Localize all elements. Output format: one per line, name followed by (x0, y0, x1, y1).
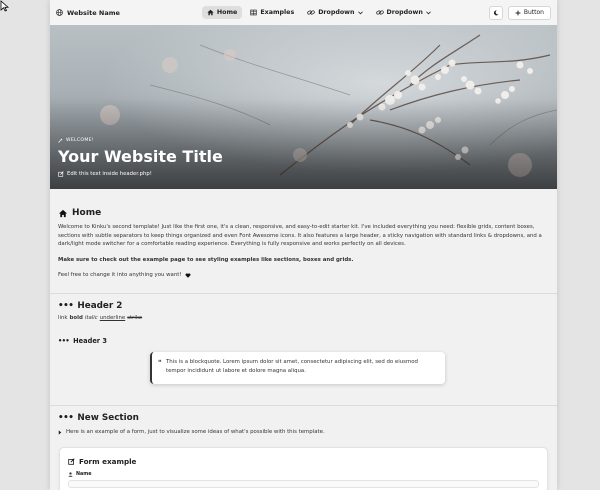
home-section: Home Welcome to Kinku's second template!… (58, 208, 550, 280)
ellipsis-icon: ••• (58, 337, 70, 345)
ellipsis-icon: ••• (58, 301, 74, 311)
header-button-label: Button (523, 9, 544, 16)
brand[interactable]: Website Name (56, 9, 120, 17)
form-title: Form example (68, 457, 539, 466)
hero-subtitle: Edit this text inside header.php! (58, 171, 223, 177)
edit-icon (68, 458, 75, 465)
bold-note-text: Make sure to check out the example page … (58, 256, 354, 263)
brand-name: Website Name (67, 8, 120, 17)
heart-icon (185, 273, 190, 278)
link-icon (307, 10, 315, 15)
name-input[interactable] (68, 480, 539, 488)
nav-link-examples[interactable]: Examples (245, 6, 299, 19)
example-italic: italic (84, 315, 98, 321)
bold-note: Make sure to check out the example page … (58, 256, 550, 265)
globe-icon (56, 9, 63, 16)
example-bold: bold (69, 315, 83, 321)
header-button[interactable]: Button (507, 5, 551, 20)
nav-link-home[interactable]: Home (201, 6, 243, 19)
magic-wand-icon (58, 138, 63, 143)
nav-link-label: Dropdown (386, 9, 423, 16)
home-icon (207, 9, 214, 16)
top-navigation: Website Name Home Examples Dropdown Drop… (50, 0, 557, 25)
section-separator (50, 405, 557, 406)
chevron-down-icon (425, 10, 431, 14)
chevron-down-icon (357, 10, 363, 14)
user-icon (68, 472, 73, 477)
new-section-heading: ••• New Section (58, 413, 325, 423)
hero-text: WELCOME! Your Website Title Edit this te… (58, 138, 223, 177)
nav-links: Home Examples Dropdown Dropdown (201, 6, 436, 19)
table-icon (250, 9, 257, 16)
nav-dropdown-2[interactable]: Dropdown (371, 6, 436, 19)
new-section-desc-text: Here is an example of a form, just to vi… (66, 429, 325, 435)
example-strike: strike (127, 315, 143, 321)
feel-free-text: Feel free to change it into anything you… (58, 272, 182, 279)
blockquote-text: This is a blockquote. Lorem ipsum dolor … (166, 359, 418, 374)
form-title-text: Form example (79, 457, 137, 466)
home-icon (58, 209, 68, 217)
mouse-cursor-icon (0, 0, 10, 12)
feel-free-line: Feel free to change it into anything you… (58, 271, 550, 280)
new-section-desc: Here is an example of a form, just to vi… (58, 429, 325, 435)
caret-right-icon (58, 429, 62, 435)
nav-link-label: Home (216, 9, 238, 16)
ellipsis-icon: ••• (58, 413, 74, 423)
home-title: Home (72, 208, 102, 218)
new-section-title: New Section (77, 413, 139, 423)
edit-icon (58, 171, 64, 177)
nav-dropdown-1[interactable]: Dropdown (302, 6, 367, 19)
hero-subtitle-text: Edit this text inside header.php! (67, 171, 152, 177)
link-icon (375, 10, 384, 15)
text-formatting-examples: link bold italic underline strike (58, 315, 142, 321)
nav-actions: Button (488, 5, 551, 20)
quote-icon: ❝ (158, 359, 162, 366)
hero-welcome: WELCOME! (58, 138, 223, 143)
header2-title: Header 2 (77, 301, 123, 311)
hero-title: Your Website Title (58, 147, 223, 166)
name-label-text: Name (76, 472, 92, 477)
example-link[interactable]: link (58, 315, 68, 321)
home-heading: Home (58, 208, 550, 218)
header3-title: Header 3 (73, 337, 107, 345)
header3-heading: ••• Header 3 (58, 337, 107, 345)
theme-toggle-button[interactable] (488, 5, 503, 20)
new-section: ••• New Section Here is an example of a … (58, 413, 325, 435)
intro-paragraph: Welcome to Kinku's second template! Just… (58, 224, 542, 248)
name-field-label: Name (68, 472, 539, 477)
blockquote: ❝ This is a blockquote. Lorem ipsum dolo… (150, 352, 445, 384)
form-card: Form example Name (59, 447, 548, 490)
header2-heading: ••• Header 2 (58, 301, 142, 311)
hero-banner: WELCOME! Your Website Title Edit this te… (50, 25, 557, 189)
section-separator (50, 293, 557, 294)
nav-link-label: Dropdown (318, 9, 355, 16)
example-underline: underline (99, 315, 126, 321)
plus-icon (515, 10, 521, 15)
moon-icon (493, 10, 499, 15)
page: Website Name Home Examples Dropdown Drop… (50, 0, 557, 490)
hero-welcome-label: WELCOME! (66, 138, 94, 143)
nav-link-label: Examples (260, 9, 295, 16)
header2-block: ••• Header 2 link bold italic underline … (58, 301, 142, 321)
